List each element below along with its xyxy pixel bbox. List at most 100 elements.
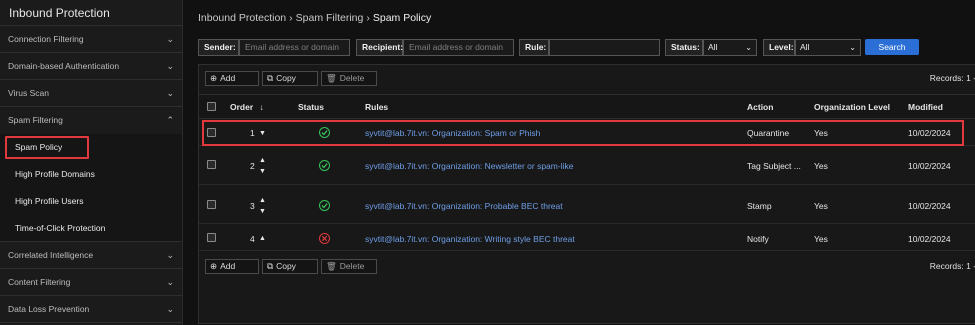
sidebar-item-high-profile-users[interactable]: High Profile Users bbox=[0, 188, 182, 215]
move-down-arrow-icon[interactable]: ▼ bbox=[259, 168, 266, 175]
sidebar-item-high-profile-domains[interactable]: High Profile Domains bbox=[0, 161, 182, 188]
row-checkbox[interactable] bbox=[207, 160, 216, 169]
sidebar-section-data-loss-prevention[interactable]: Data Loss Prevention ⌄ bbox=[0, 296, 182, 323]
breadcrumb-item-spam-filtering[interactable]: Spam Filtering bbox=[296, 12, 364, 24]
status-label: Status: bbox=[665, 39, 703, 56]
sender-input[interactable]: Email address or domain bbox=[239, 39, 350, 56]
grid-toolbar-top: ⊕ Add ⧉ Copy 🗑 Delete Records: 1 - bbox=[199, 66, 975, 91]
recipient-input[interactable]: Email address or domain bbox=[403, 39, 514, 56]
row-order: 3 bbox=[250, 201, 255, 211]
chevron-down-icon: ⌄ bbox=[166, 61, 174, 71]
sender-label: Sender: bbox=[198, 39, 239, 56]
level-label: Level: bbox=[763, 39, 795, 56]
breadcrumb-item-inbound[interactable]: Inbound Protection bbox=[198, 12, 286, 24]
delete-button[interactable]: 🗑 Delete bbox=[321, 259, 377, 274]
sidebar-section-content-filtering[interactable]: Content Filtering ⌄ bbox=[0, 269, 182, 296]
sidebar-item-label: Time-of-Click Protection bbox=[15, 223, 106, 233]
table-row[interactable]: 3 ▲ ▼ syvtit@lab.7it.vn: Organization: P… bbox=[199, 186, 975, 224]
row-checkbox[interactable] bbox=[207, 200, 216, 209]
sidebar-section-spam-filtering[interactable]: Spam Filtering ⌃ bbox=[0, 107, 182, 134]
trash-icon: 🗑 bbox=[326, 73, 337, 83]
copy-button[interactable]: ⧉ Copy bbox=[262, 259, 318, 274]
copy-button-label: Copy bbox=[276, 73, 296, 83]
chevron-down-icon: ⌄ bbox=[166, 250, 174, 260]
sidebar-item-label: High Profile Users bbox=[15, 196, 84, 206]
status-select-value: All bbox=[708, 42, 718, 52]
sidebar-section-correlated-intelligence[interactable]: Correlated Intelligence ⌄ bbox=[0, 242, 182, 269]
row-modified: 10/02/2024 bbox=[908, 234, 951, 244]
add-button-label: Add bbox=[220, 261, 236, 271]
policy-grid: ⊕ Add ⧉ Copy 🗑 Delete Records: 1 - Order ↓ … bbox=[198, 64, 975, 324]
delete-button-label: Delete bbox=[339, 73, 365, 83]
table-row[interactable]: 2 ▲ ▼ syvtit@lab.7it.vn: Organization: N… bbox=[199, 147, 975, 185]
sort-down-arrow-icon: ↓ bbox=[259, 102, 264, 112]
column-header-rules: Rules bbox=[365, 102, 389, 112]
status-enabled-icon bbox=[319, 200, 330, 211]
chevron-down-icon: ⌄ bbox=[166, 34, 174, 44]
add-button-label: Add bbox=[220, 73, 236, 83]
row-org-level: Yes bbox=[814, 201, 828, 211]
records-count: Records: 1 - bbox=[929, 261, 975, 271]
sidebar-section-domain-auth[interactable]: Domain-based Authentication ⌄ bbox=[0, 53, 182, 80]
chevron-down-icon: ⌄ bbox=[166, 88, 174, 98]
status-enabled-icon bbox=[319, 160, 330, 171]
row-modified: 10/02/2024 bbox=[908, 201, 951, 211]
records-count: Records: 1 - bbox=[929, 73, 975, 83]
move-up-arrow-icon[interactable]: ▲ bbox=[259, 235, 266, 242]
chevron-up-icon: ⌃ bbox=[166, 115, 174, 125]
copy-button-label: Copy bbox=[276, 261, 296, 271]
rule-link[interactable]: syvtit@lab.7it.vn: Organization: Newslet… bbox=[365, 161, 573, 171]
delete-button[interactable]: 🗑 Delete bbox=[321, 71, 377, 86]
row-org-level: Yes bbox=[814, 234, 828, 244]
sidebar-section-label: Correlated Intelligence bbox=[8, 250, 94, 260]
sidebar-section-virus-scan[interactable]: Virus Scan ⌄ bbox=[0, 80, 182, 107]
sidebar-title: Inbound Protection bbox=[0, 0, 182, 26]
search-button[interactable]: Search bbox=[865, 39, 919, 55]
breadcrumb-separator: › bbox=[289, 12, 293, 24]
move-down-arrow-icon[interactable]: ▼ bbox=[259, 208, 266, 215]
level-select-value: All bbox=[800, 42, 810, 52]
rule-link[interactable]: syvtit@lab.7it.vn: Organization: Probabl… bbox=[365, 201, 563, 211]
table-header: Order ↓ Status Rules Action Organization… bbox=[199, 94, 975, 119]
sidebar-item-time-of-click[interactable]: Time-of-Click Protection bbox=[0, 215, 182, 242]
level-select[interactable]: All ⌄ bbox=[795, 39, 861, 56]
copy-button[interactable]: ⧉ Copy bbox=[262, 71, 318, 86]
chevron-down-icon: ⌄ bbox=[849, 43, 856, 52]
trash-icon: 🗑 bbox=[326, 261, 337, 271]
column-header-label: Order bbox=[230, 102, 254, 112]
rule-link[interactable]: syvtit@lab.7it.vn: Organization: Writing… bbox=[365, 234, 575, 244]
row-checkbox[interactable] bbox=[207, 233, 216, 242]
copy-icon: ⧉ bbox=[267, 73, 274, 83]
column-header-order[interactable]: Order ↓ bbox=[230, 102, 264, 112]
select-all-checkbox[interactable] bbox=[207, 102, 216, 111]
status-select[interactable]: All ⌄ bbox=[703, 39, 757, 56]
add-button[interactable]: ⊕ Add bbox=[205, 259, 259, 274]
add-button[interactable]: ⊕ Add bbox=[205, 71, 259, 86]
recipient-label: Recipient: bbox=[356, 39, 403, 56]
sidebar: Inbound Protection Connection Filtering … bbox=[0, 0, 183, 325]
rule-input[interactable] bbox=[549, 39, 660, 56]
row-action: Notify bbox=[747, 234, 769, 244]
sidebar-item-label: High Profile Domains bbox=[15, 169, 95, 179]
selection-highlight bbox=[5, 136, 89, 159]
move-up-arrow-icon[interactable]: ▲ bbox=[259, 197, 266, 204]
status-disabled-icon bbox=[319, 233, 330, 244]
chevron-down-icon: ⌄ bbox=[166, 277, 174, 287]
breadcrumb-current: Spam Policy bbox=[372, 12, 432, 24]
row-highlight bbox=[202, 120, 964, 146]
move-up-arrow-icon[interactable]: ▲ bbox=[259, 157, 266, 164]
row-action: Stamp bbox=[747, 201, 772, 211]
row-modified: 10/02/2024 bbox=[908, 161, 951, 171]
sidebar-section-label: Data Loss Prevention bbox=[8, 304, 90, 314]
column-header-status: Status bbox=[298, 102, 324, 112]
grid-toolbar-bottom: ⊕ Add ⧉ Copy 🗑 Delete Records: 1 - bbox=[199, 254, 975, 279]
sidebar-item-spam-policy[interactable]: Spam Policy bbox=[0, 134, 182, 161]
plus-circle-icon: ⊕ bbox=[210, 261, 218, 271]
sidebar-section-connection-filtering[interactable]: Connection Filtering ⌄ bbox=[0, 26, 182, 53]
row-org-level: Yes bbox=[814, 161, 828, 171]
table-row[interactable]: 4 ▲ syvtit@lab.7it.vn: Organization: Wri… bbox=[199, 225, 975, 251]
sidebar-section-label: Connection Filtering bbox=[8, 34, 84, 44]
main-content: Inbound Protection › Spam Filtering › Spam P… bbox=[184, 0, 975, 325]
breadcrumb: Inbound Protection › Spam Filtering › Spam P… bbox=[198, 12, 431, 24]
breadcrumb-separator: › bbox=[366, 12, 370, 24]
